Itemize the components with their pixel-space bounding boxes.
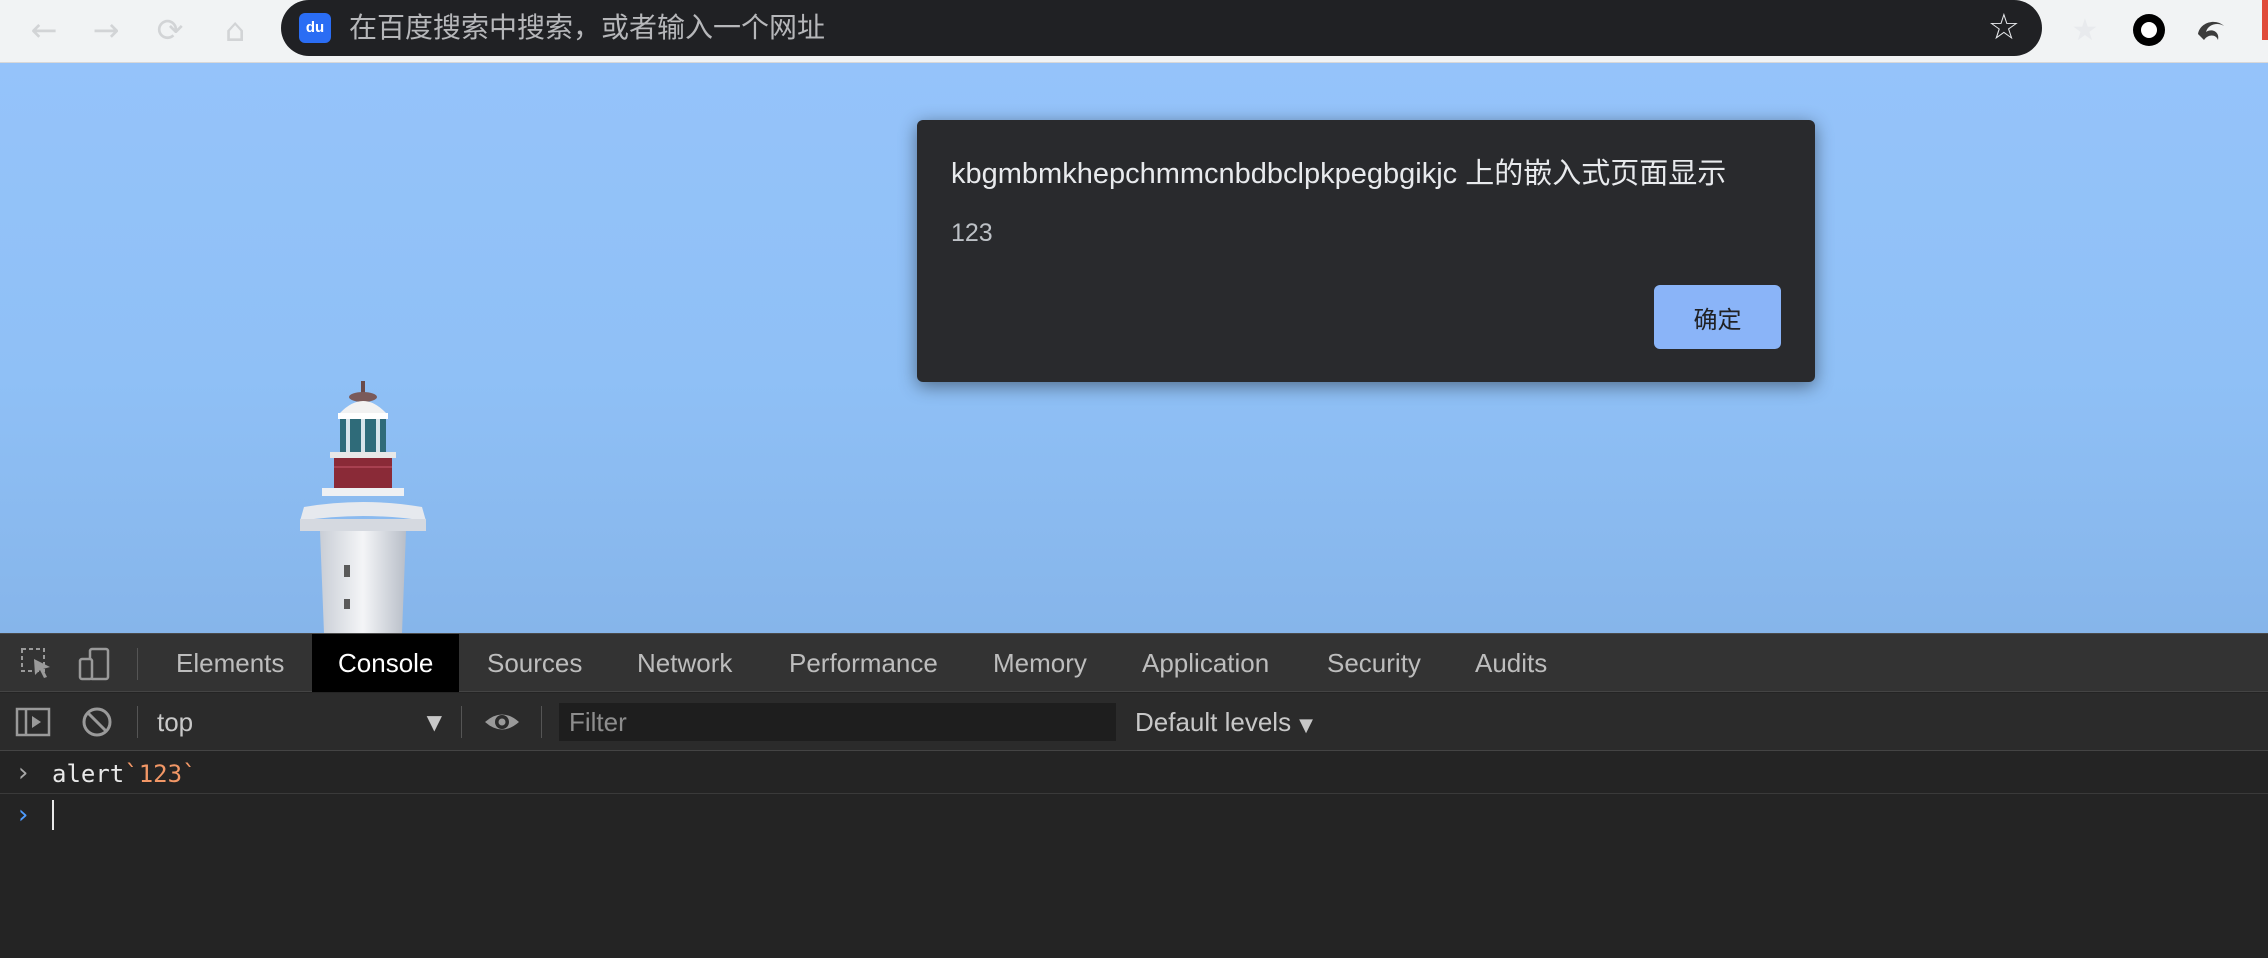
- tab-performance[interactable]: Performance: [763, 634, 964, 692]
- console-toolbar: top ▼ Default levels ▼: [0, 693, 2268, 751]
- home-icon[interactable]: ⌂: [215, 10, 255, 50]
- caret-down-icon: ▼: [1299, 715, 1313, 736]
- omnibox-placeholder: 在百度搜索中搜索，或者输入一个网址: [349, 12, 826, 43]
- clear-console-icon[interactable]: [78, 703, 116, 741]
- ok-button[interactable]: 确定: [1654, 285, 1781, 349]
- screen: ← → ⟳ ⌂ du 在百度搜索中搜索，或者输入一个网址 ☆ ★ kbgmbmk…: [0, 0, 2268, 958]
- tab-memory[interactable]: Memory: [967, 634, 1113, 692]
- page-content: kbgmbmkhepchmmcnbdbclpkpegbgikjc 上的嵌入式页面…: [0, 63, 2268, 633]
- toolbar-divider: [541, 706, 542, 738]
- caret-down-icon: ▼: [426, 710, 442, 734]
- console-entry: › alert`123`: [0, 752, 2268, 794]
- toolbar-divider: [461, 706, 462, 738]
- log-levels-label: Default levels: [1135, 707, 1292, 737]
- record-circle-icon[interactable]: [2127, 8, 2171, 52]
- toolbar-divider: [137, 706, 138, 738]
- code-function: alert: [52, 760, 125, 788]
- device-toolbar-icon[interactable]: [76, 645, 114, 683]
- devtools-panel: Elements Console Sources Network Perform…: [0, 633, 2268, 958]
- input-chevron-icon: ›: [18, 758, 29, 788]
- tab-network[interactable]: Network: [611, 634, 758, 692]
- console-output[interactable]: › alert`123` ›: [0, 752, 2268, 958]
- text-cursor: [52, 800, 54, 830]
- code-template-string: `123`: [124, 760, 197, 788]
- filter-input[interactable]: [558, 702, 1117, 742]
- back-arrow-icon[interactable]: ←: [24, 10, 64, 50]
- context-value: top: [157, 707, 194, 737]
- alert-dialog: kbgmbmkhepchmmcnbdbclpkpegbgikjc 上的嵌入式页面…: [917, 120, 1815, 382]
- forward-arrow-icon[interactable]: →: [86, 10, 126, 50]
- tab-sources[interactable]: Sources: [461, 634, 608, 692]
- tab-security[interactable]: Security: [1301, 634, 1447, 692]
- console-prompt[interactable]: ›: [0, 794, 2268, 836]
- baidu-logo-icon: du: [299, 13, 331, 43]
- toolbar-divider: [137, 648, 138, 680]
- show-sidebar-icon[interactable]: [14, 703, 52, 741]
- omnibox[interactable]: du 在百度搜索中搜索，或者输入一个网址 ☆: [281, 0, 2042, 56]
- tab-console[interactable]: Console: [312, 634, 460, 692]
- extension-edge-icon: [2262, 0, 2268, 40]
- dialog-message: 123: [951, 219, 993, 247]
- inspect-element-icon[interactable]: [18, 645, 56, 683]
- tab-application[interactable]: Application: [1116, 634, 1295, 692]
- tab-elements[interactable]: Elements: [150, 634, 310, 692]
- reload-icon[interactable]: ⟳: [150, 10, 190, 50]
- dialog-title: kbgmbmkhepchmmcnbdbclpkpegbgikjc 上的嵌入式页面…: [951, 158, 1727, 190]
- context-selector[interactable]: top ▼: [145, 702, 450, 742]
- starred-extension-icon[interactable]: ★: [2063, 8, 2107, 52]
- console-input-code: alert`123`: [52, 760, 197, 788]
- browser-toolbar: ← → ⟳ ⌂ du 在百度搜索中搜索，或者输入一个网址 ☆ ★: [0, 0, 2268, 63]
- prompt-chevron-icon: ›: [18, 800, 29, 830]
- swirl-extension-icon[interactable]: [2190, 8, 2234, 52]
- devtools-tabbar: Elements Console Sources Network Perform…: [0, 634, 2268, 692]
- live-expression-eye-icon[interactable]: [482, 703, 520, 741]
- log-levels-dropdown[interactable]: Default levels ▼: [1135, 702, 1313, 742]
- tab-audits[interactable]: Audits: [1449, 634, 1573, 692]
- bookmark-star-icon[interactable]: ☆: [1988, 8, 2020, 48]
